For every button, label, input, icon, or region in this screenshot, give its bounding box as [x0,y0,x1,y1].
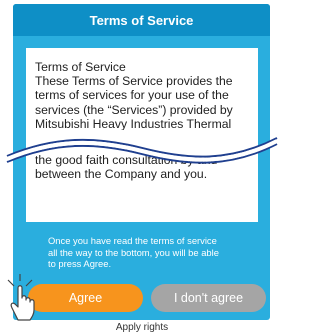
disagree-button[interactable]: I don't agree [151,284,266,312]
footer-caption: Apply rights [115,322,169,333]
hand-pointer-icon [7,274,35,321]
dialog-title: Terms of Service [13,4,270,36]
wave-break-icon [6,137,278,164]
agree-notice: Once you have read the terms of service … [48,235,219,269]
terms-text-top: Terms of Service These Terms of Service … [35,60,233,131]
